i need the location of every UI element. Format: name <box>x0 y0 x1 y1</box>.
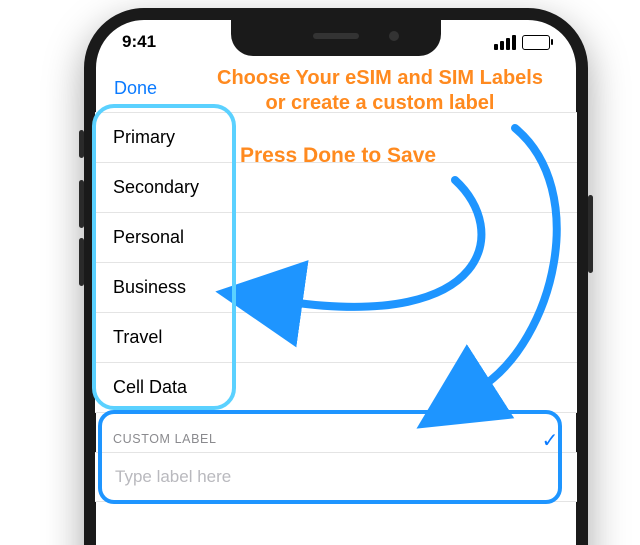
done-button[interactable]: Done <box>114 78 157 98</box>
signal-icon <box>494 35 516 50</box>
custom-label-block: CUSTOM LABEL ✓ <box>95 422 577 502</box>
status-indicators <box>494 35 550 50</box>
custom-label-field[interactable] <box>95 452 577 502</box>
phone-frame: 9:41 Done Primary Secondary Personal Bus… <box>84 8 588 545</box>
nav-bar: Done <box>96 78 576 99</box>
status-clock: 9:41 <box>122 32 156 52</box>
mute-switch-icon <box>79 130 84 158</box>
power-button-icon <box>588 195 593 273</box>
checkmark-icon: ✓ <box>542 428 559 453</box>
custom-label-header: CUSTOM LABEL ✓ <box>95 422 577 452</box>
battery-icon <box>522 35 550 50</box>
label-option-personal[interactable]: Personal <box>95 213 577 263</box>
custom-label-header-text: CUSTOM LABEL <box>113 432 217 446</box>
notch <box>231 20 441 56</box>
label-option-business[interactable]: Business <box>95 263 577 313</box>
camera-icon <box>389 31 399 41</box>
custom-label-input[interactable] <box>113 466 559 488</box>
label-option-secondary[interactable]: Secondary <box>95 163 577 213</box>
label-option-primary[interactable]: Primary <box>95 113 577 163</box>
stage: 9:41 Done Primary Secondary Personal Bus… <box>0 0 640 545</box>
speaker-icon <box>313 33 359 39</box>
label-list: Primary Secondary Personal Business Trav… <box>95 112 577 413</box>
label-option-cell-data[interactable]: Cell Data <box>95 363 577 413</box>
volume-up-icon <box>79 180 84 228</box>
volume-down-icon <box>79 238 84 286</box>
label-option-travel[interactable]: Travel <box>95 313 577 363</box>
